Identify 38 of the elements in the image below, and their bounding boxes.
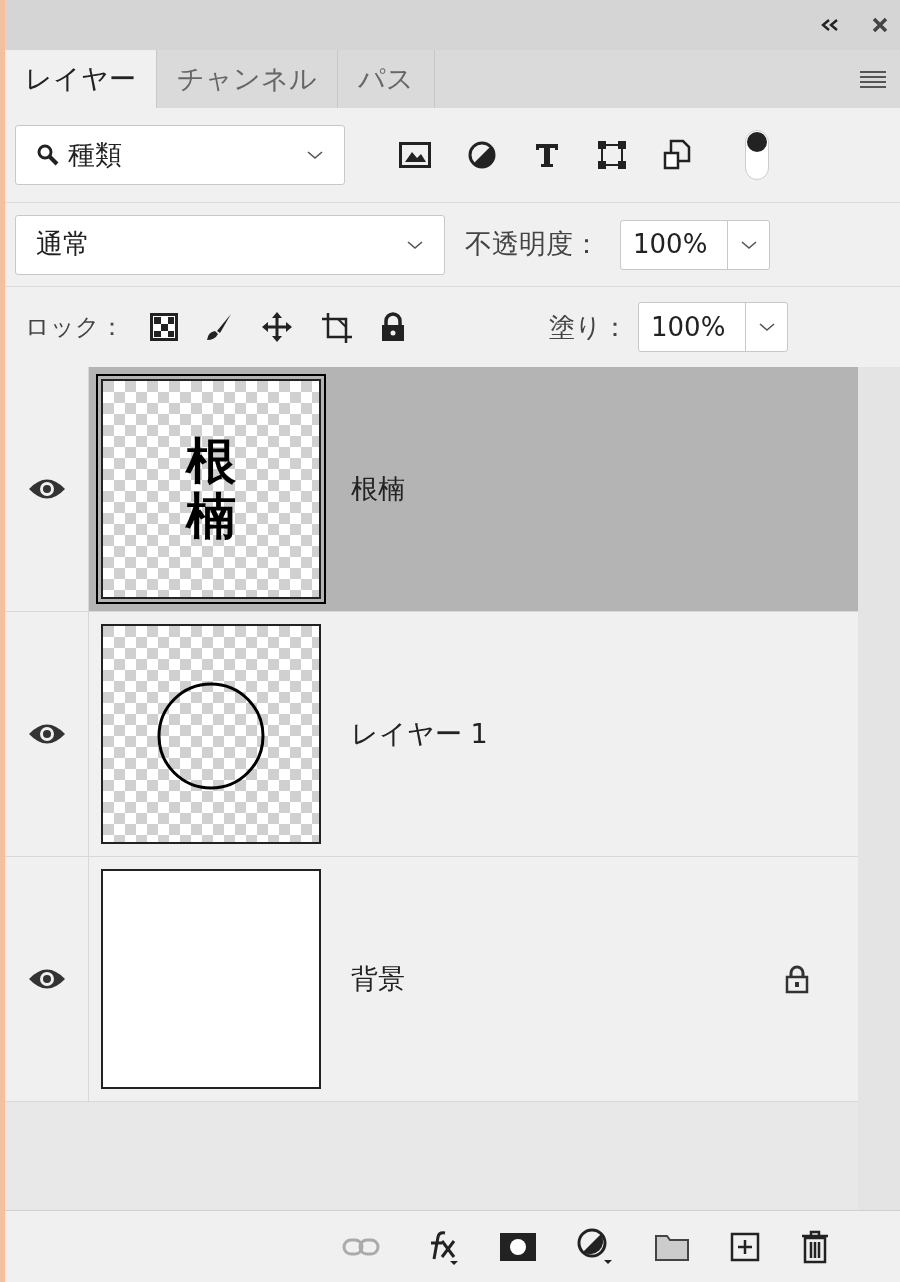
lock-transparency-icon[interactable] — [150, 313, 178, 341]
shape-icon[interactable] — [597, 140, 627, 170]
opacity-label: 不透明度： — [465, 227, 600, 262]
thumbnail-text: 根楠 — [186, 434, 236, 544]
trash-icon[interactable] — [800, 1229, 830, 1264]
collapse-icon[interactable] — [820, 18, 840, 32]
search-icon — [36, 143, 60, 167]
lock-icon[interactable] — [380, 312, 406, 342]
adjustment-icon[interactable] — [467, 140, 497, 170]
layer-thumbnail[interactable] — [101, 624, 321, 844]
filter-toggle[interactable] — [745, 130, 769, 180]
layer-name[interactable]: 背景 — [351, 958, 405, 1000]
layer-row[interactable]: 背景 — [5, 857, 858, 1102]
layer-name[interactable]: 根楠 — [351, 468, 405, 510]
text-icon[interactable] — [533, 141, 561, 169]
close-icon[interactable] — [872, 17, 888, 33]
fill-label: 塗り： — [549, 310, 628, 344]
image-icon[interactable] — [399, 142, 431, 168]
layer-name[interactable]: レイヤー 1 — [351, 713, 488, 755]
layer-row[interactable]: 根楠 根楠 — [5, 367, 858, 612]
new-layer-icon[interactable] — [730, 1231, 760, 1262]
mask-icon[interactable] — [500, 1232, 536, 1261]
adjustment-layer-icon[interactable] — [576, 1226, 614, 1267]
blend-mode-dropdown[interactable]: 通常 — [15, 214, 445, 275]
layer-row[interactable]: レイヤー 1 — [5, 612, 858, 857]
filter-dropdown[interactable]: 種類 — [15, 125, 345, 185]
blend-mode-value: 通常 — [36, 227, 90, 262]
layer-thumbnail[interactable] — [101, 869, 321, 1089]
artboard-icon[interactable] — [320, 311, 354, 343]
chevron-icon — [406, 239, 424, 250]
menu-icon[interactable] — [858, 69, 888, 89]
panel-tab[interactable]: レイヤー — [5, 50, 157, 108]
filter-value: 種類 — [68, 137, 122, 172]
chevron-icon — [306, 150, 324, 160]
lock-label: ロック： — [25, 312, 124, 343]
scrollbar-track[interactable] — [858, 367, 900, 1210]
move-icon[interactable] — [260, 310, 294, 344]
smart-object-icon[interactable] — [663, 139, 691, 171]
